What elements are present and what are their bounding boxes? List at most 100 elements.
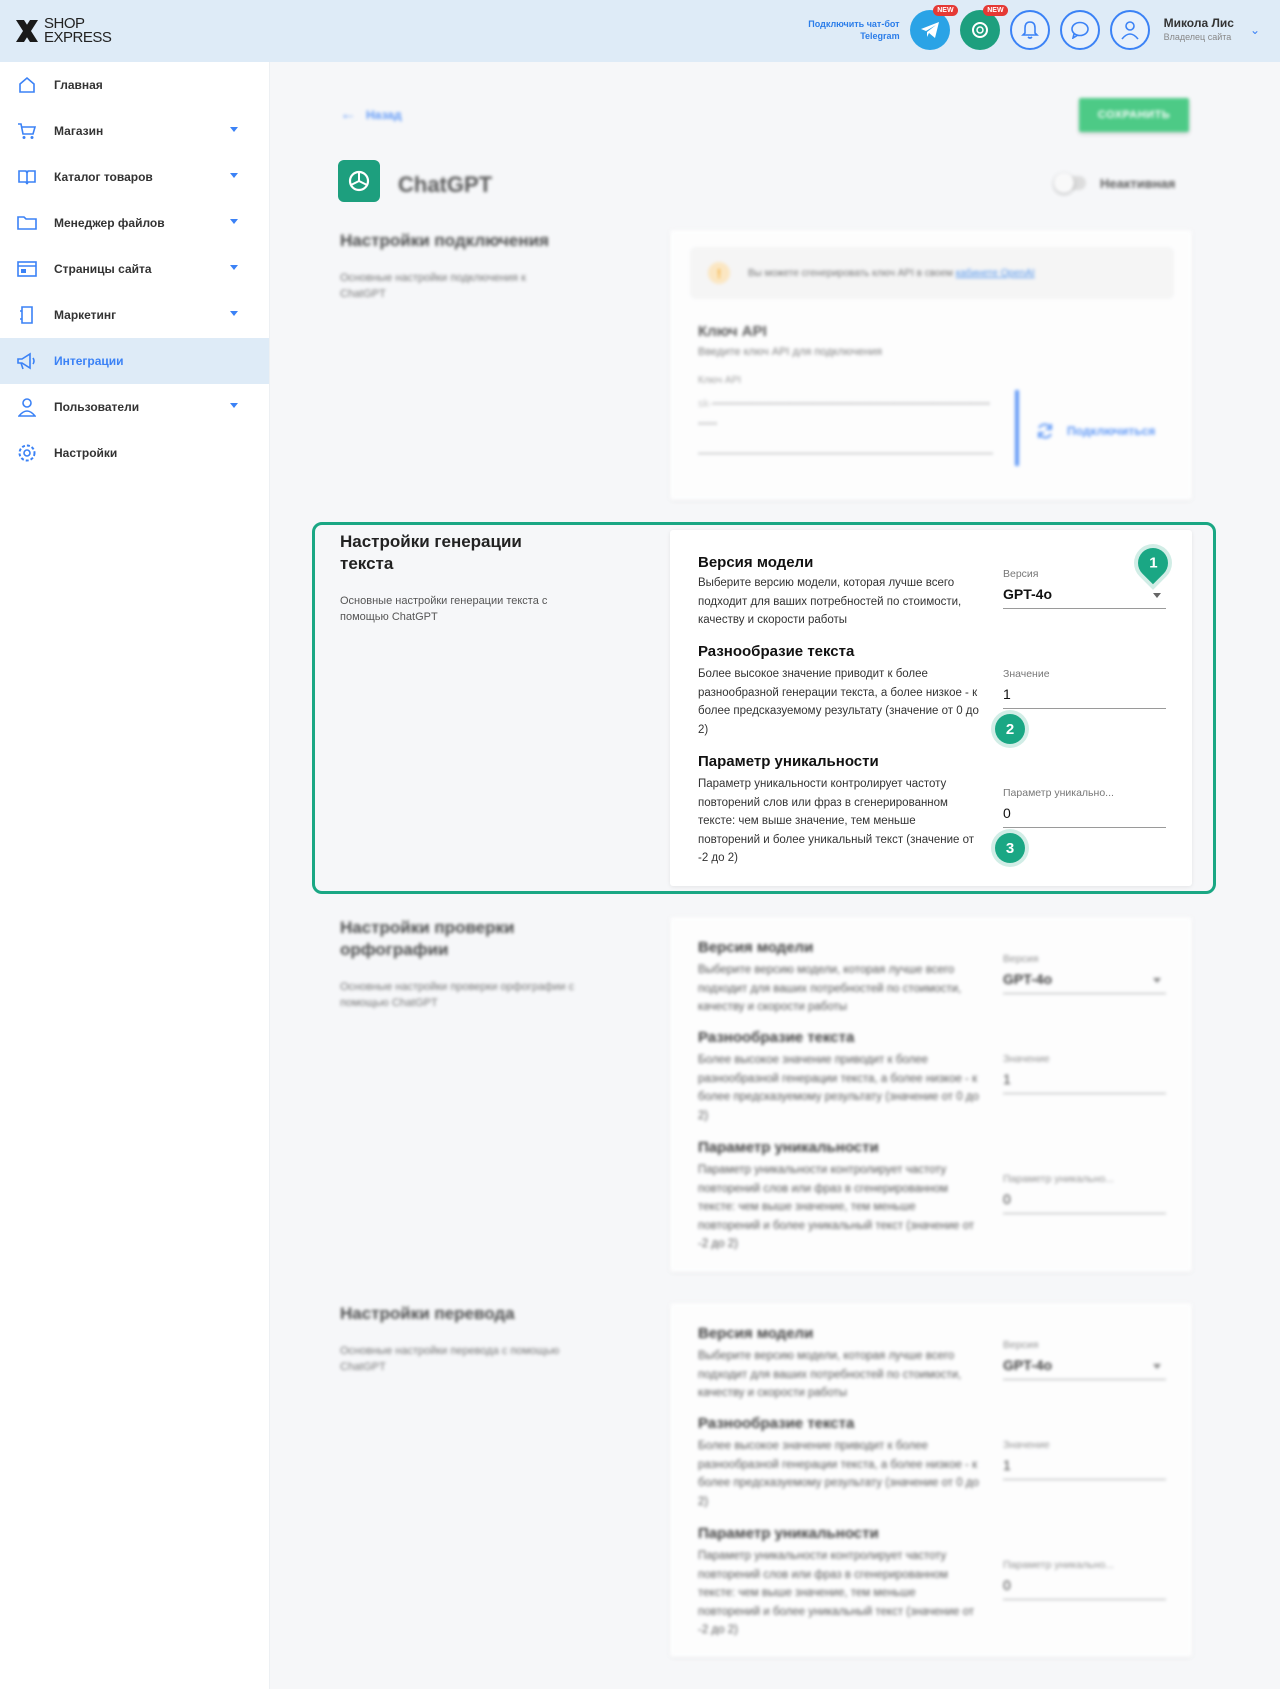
telegram-button[interactable]: NEW — [909, 5, 958, 50]
chatgpt-logo — [338, 160, 380, 202]
chatgpt-icon — [971, 22, 988, 38]
text-diversity-input[interactable]: 1 — [1003, 1457, 1166, 1480]
model-version-select[interactable]: GPT-4o — [1003, 1357, 1166, 1380]
sidebar-item-label: Магазин — [54, 124, 104, 138]
sidebar-item-label: Пользователи — [54, 400, 140, 414]
sidebar-item-catalog[interactable]: Каталог товаров — [0, 154, 269, 200]
uniqueness-input[interactable]: 0 — [1003, 1577, 1166, 1600]
save-button[interactable]: СОХРАНИТЬ — [1079, 98, 1189, 132]
sidebar-item-home[interactable]: Главная — [0, 62, 269, 108]
active-toggle[interactable] — [1054, 173, 1086, 193]
sidebar-item-label: Настройки — [54, 446, 118, 460]
model-version-desc: Выберите версию модели, которая лучше вс… — [698, 1350, 962, 1399]
home-icon — [16, 74, 38, 96]
user-name: Микола Лис — [1163, 16, 1234, 30]
sidebar-item-label: Каталог товаров — [54, 170, 153, 184]
sidebar-item-integrations[interactable]: Интеграции — [0, 338, 269, 384]
uniqueness-desc: Параметр уникальности контролирует часто… — [698, 1164, 975, 1250]
chat-icon — [1070, 21, 1089, 39]
sidebar: Главная Магазин Каталог товаров Менеджер… — [0, 62, 270, 1689]
spelling-section-title: Настройки проверки орфографии — [340, 918, 515, 959]
catalog-icon — [16, 166, 38, 188]
logo-text: SHOP EXPRESS — [44, 15, 112, 46]
top-bar: SHOP EXPRESS Подключить чат-бот Telegram… — [0, 0, 1280, 62]
chatgpt-button[interactable]: NEW — [959, 5, 1008, 50]
text-diversity-title: Разнообразие текста — [698, 1029, 855, 1046]
messages-button[interactable] — [1059, 10, 1100, 50]
api-key-label: Ключ API — [698, 375, 742, 386]
uniqueness-label: Параметр уникально... — [1003, 1173, 1114, 1185]
sidebar-item-pages[interactable]: Страницы сайта — [0, 246, 269, 292]
sidebar-item-shop[interactable]: Магазин — [0, 108, 269, 154]
user-icon — [1120, 21, 1139, 40]
model-version-label: Версия — [1003, 1339, 1039, 1351]
marker-3: 3 — [995, 833, 1025, 863]
uniqueness-title: Параметр уникальности — [698, 1139, 879, 1156]
logo-x-icon — [16, 20, 38, 42]
avatar[interactable] — [1109, 10, 1150, 50]
dropdown-arrow-icon[interactable] — [1153, 978, 1161, 983]
integration-icon — [16, 350, 38, 372]
sidebar-item-label: Интеграции — [54, 354, 124, 368]
text-diversity-label: Значение — [1003, 1439, 1050, 1451]
text-diversity-desc: Более высокое значение приводит к более … — [698, 1054, 979, 1122]
text-diversity-title: Разнообразие текста — [698, 1415, 855, 1432]
telegram-icon — [920, 22, 939, 38]
info-text: Вы можете сгенерировать ключ API в своем — [748, 267, 953, 279]
folder-icon — [16, 212, 38, 234]
text-diversity-label: Значение — [1003, 1053, 1050, 1065]
new-badge: NEW — [933, 5, 958, 16]
new-badge: NEW — [983, 5, 1008, 16]
text-diversity-input[interactable]: 1 — [1003, 1071, 1166, 1094]
connection-section-title: Настройки подключения — [340, 231, 549, 250]
marketing-icon — [16, 304, 38, 326]
chevron-down-icon[interactable]: ⌄ — [1250, 23, 1260, 37]
status-label: Неактивная — [1100, 176, 1176, 191]
logo[interactable]: SHOP EXPRESS — [14, 16, 114, 46]
user-role: Владелец сайта — [1163, 32, 1232, 42]
api-key-input[interactable]: sk-•••••••••••••••••••••••••••••••••••••… — [698, 394, 993, 454]
caret-down-icon[interactable] — [230, 403, 238, 408]
info-banner: ! Вы можете сгенерировать ключ API в сво… — [690, 247, 1174, 299]
page-icon — [16, 258, 38, 280]
caret-down-icon[interactable] — [230, 265, 238, 270]
translation-card: Версия модели Выберите версию модели, ко… — [670, 1303, 1192, 1657]
dropdown-arrow-icon[interactable] — [1153, 1364, 1161, 1369]
connection-section-desc: Основные настройки подключения к ChatGPT — [340, 272, 526, 300]
settings-icon — [16, 442, 38, 464]
sidebar-item-settings[interactable]: Настройки — [0, 430, 269, 476]
openai-cabinet-link[interactable]: кабинете OpenAI — [956, 268, 1035, 279]
chatgpt-icon — [348, 170, 370, 192]
model-version-select[interactable]: GPT-4o — [1003, 971, 1166, 994]
sidebar-item-files[interactable]: Менеджер файлов — [0, 200, 269, 246]
translation-section-title: Настройки перевода — [340, 1304, 515, 1323]
telegram-bot-link[interactable]: Подключить чат-бот Telegram — [790, 18, 899, 42]
users-icon — [16, 396, 38, 418]
uniqueness-title: Параметр уникальности — [698, 1525, 879, 1542]
arrow-left-icon: ← — [340, 106, 356, 123]
back-link[interactable]: ← Назад — [340, 106, 402, 124]
marker-2: 2 — [995, 714, 1025, 744]
uniqueness-input[interactable]: 0 — [1003, 1191, 1166, 1214]
sidebar-item-users[interactable]: Пользователи — [0, 384, 269, 430]
refresh-icon — [1038, 423, 1052, 439]
connect-button[interactable]: Подключиться — [1035, 421, 1155, 441]
user-info[interactable]: Микола Лис Владелец сайта — [1164, 16, 1234, 44]
api-key-subtitle: Введите ключ API для подключения — [698, 346, 883, 358]
api-key-title: Ключ API — [698, 323, 767, 340]
caret-down-icon[interactable] — [230, 311, 238, 316]
text-diversity-desc: Более высокое значение приводит к более … — [698, 1440, 979, 1508]
spelling-card: Версия модели Выберите версию модели, ко… — [670, 917, 1192, 1272]
caret-down-icon[interactable] — [230, 173, 238, 178]
connection-card: ! Вы можете сгенерировать ключ API в сво… — [670, 230, 1192, 500]
notifications-button[interactable] — [1009, 10, 1050, 50]
sidebar-item-marketing[interactable]: Маркетинг — [0, 292, 269, 338]
page-title: ChatGPT — [398, 172, 493, 197]
model-version-desc: Выберите версию модели, которая лучше вс… — [698, 964, 962, 1013]
model-version-title: Версия модели — [698, 1325, 814, 1342]
cart-icon — [16, 120, 38, 142]
caret-down-icon[interactable] — [230, 127, 238, 132]
model-version-title: Версия модели — [698, 939, 814, 956]
bell-icon — [1020, 21, 1039, 39]
caret-down-icon[interactable] — [230, 219, 238, 224]
